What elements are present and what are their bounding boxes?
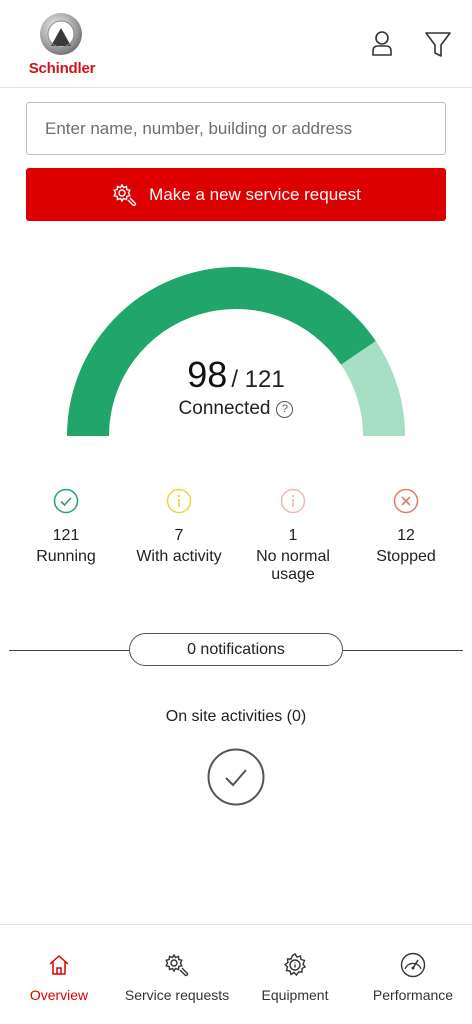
schindler-logo: Schindler	[24, 12, 100, 77]
status-count: 1	[288, 527, 298, 544]
gauge-value: 98/ 121	[50, 354, 422, 396]
nav-label: Equipment	[261, 987, 329, 1003]
status-count: 12	[397, 527, 415, 544]
nav-label: Overview	[29, 987, 89, 1003]
divider-right	[343, 650, 463, 651]
divider-left	[9, 650, 129, 651]
onsite-activities-title: On site activities (0)	[165, 708, 307, 725]
total-count: / 121	[231, 366, 285, 393]
new-service-request-button[interactable]: Make a new service request	[26, 168, 446, 221]
nav-label: Service requests	[124, 987, 230, 1003]
info-circle-icon	[280, 488, 306, 514]
info-circle-icon	[166, 488, 192, 514]
nav-equipment[interactable]: Equipment	[236, 925, 354, 1024]
nav-service-requests[interactable]: Service requests	[118, 925, 236, 1024]
filter-icon[interactable]	[422, 28, 454, 60]
service-gear-icon	[113, 183, 137, 206]
help-icon[interactable]: ?	[276, 401, 294, 418]
user-icon[interactable]	[366, 28, 398, 60]
service-gear-icon	[165, 953, 189, 977]
status-label: With activity	[136, 548, 222, 565]
search-box	[26, 102, 446, 155]
status-label: Stopped	[376, 548, 436, 565]
status-count: 7	[174, 527, 184, 544]
status-with-activity[interactable]: 7 With activity	[119, 488, 239, 566]
notifications-button[interactable]: 0 notifications	[129, 633, 343, 666]
status-count: 121	[52, 527, 80, 544]
status-summary: 121 Running 7 With activity 1 No normal …	[0, 488, 472, 598]
new-service-request-label: Make a new service request	[149, 184, 361, 204]
bottom-nav: Overview Service requests Equipment Perf…	[0, 924, 472, 1024]
brand-name: Schindler	[28, 60, 96, 77]
nav-performance[interactable]: Performance	[354, 925, 472, 1024]
connected-gauge: 98/ 121 Connected?	[50, 250, 422, 440]
check-circle-icon	[207, 748, 265, 806]
status-label: No normal usage	[256, 548, 330, 583]
status-label: Running	[36, 548, 96, 565]
home-icon	[49, 955, 69, 975]
speedometer-icon	[400, 952, 426, 978]
status-running[interactable]: 121 Running	[6, 488, 126, 566]
schindler-logo-icon	[40, 13, 82, 55]
connected-label: Connected	[178, 398, 271, 419]
gauge-label-row: Connected?	[50, 398, 422, 420]
check-circle-icon	[53, 488, 79, 514]
nav-overview[interactable]: Overview	[0, 925, 118, 1024]
nav-label: Performance	[372, 987, 454, 1003]
x-circle-icon	[393, 488, 419, 514]
connected-count: 98	[187, 354, 228, 395]
search-input[interactable]	[27, 103, 445, 154]
app-header: Schindler	[0, 0, 472, 88]
status-no-normal-usage[interactable]: 1 No normal usage	[233, 488, 353, 584]
status-stopped[interactable]: 12 Stopped	[346, 488, 466, 566]
equipment-gear-icon	[283, 953, 307, 977]
